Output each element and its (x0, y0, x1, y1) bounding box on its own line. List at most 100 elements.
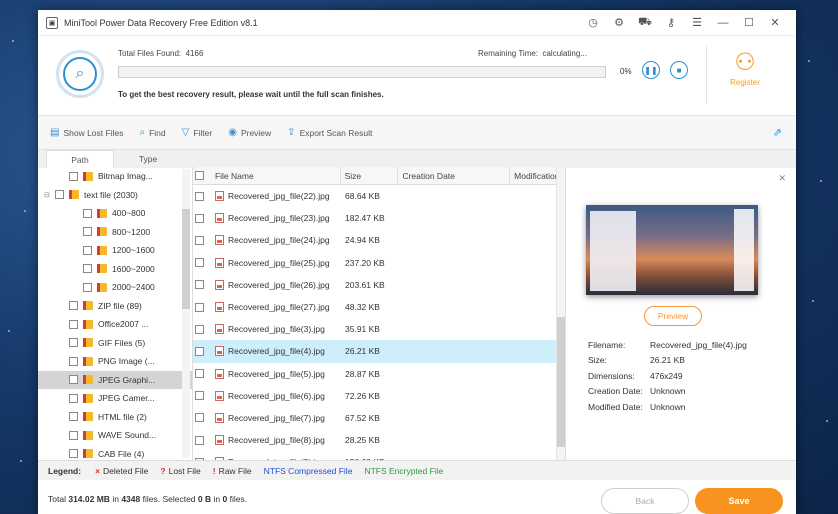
file-row-checkbox[interactable] (195, 191, 204, 201)
pause-button[interactable]: ❚❚ (642, 61, 660, 79)
close-preview-icon[interactable]: ✕ (778, 173, 786, 184)
tree-item-checkbox[interactable] (69, 430, 78, 440)
file-name: Recovered_jpg_file(4).jpg (228, 346, 325, 357)
file-row-checkbox[interactable] (195, 258, 204, 268)
tree-expander-icon[interactable]: ⊟ (44, 191, 52, 199)
tree-item[interactable]: WAVE Sound... (38, 426, 192, 445)
key-icon[interactable]: ⚷ (658, 16, 684, 29)
tree-item-checkbox[interactable] (83, 227, 92, 237)
image-file-icon (215, 302, 224, 313)
register-button[interactable]: ⚇ Register (720, 48, 770, 87)
scan-percent: 0% (620, 67, 632, 76)
file-row-checkbox[interactable] (195, 213, 204, 223)
tree-item-checkbox[interactable] (55, 190, 64, 200)
preview-toolbar-button[interactable]: ◉ Preview (228, 127, 271, 138)
eye-icon: ◉ (228, 127, 237, 138)
file-row[interactable]: Recovered_jpg_file(8).jpg 28.25 KB (193, 429, 565, 451)
file-row[interactable]: Recovered_jpg_file(26).jpg 203.61 KB (193, 274, 565, 296)
close-icon[interactable]: ✕ (762, 16, 788, 29)
file-row[interactable]: Recovered_jpg_file(6).jpg 72.26 KB (193, 385, 565, 407)
image-file-icon (215, 435, 224, 446)
app-logo-icon: ▣ (46, 16, 58, 29)
tree-item[interactable]: ⊟ text file (2030) (38, 186, 192, 205)
tree-item[interactable]: CAB File (4) (38, 445, 192, 461)
file-row-checkbox[interactable] (195, 324, 204, 334)
tree-item-label: WAVE Sound... (98, 430, 157, 441)
maximize-icon[interactable]: ☐ (736, 16, 762, 29)
file-row[interactable]: Recovered_jpg_file(24).jpg 24.94 KB (193, 229, 565, 251)
file-row-checkbox[interactable] (195, 413, 204, 423)
tree-item[interactable]: 1200~1600 (38, 241, 192, 260)
tree-item[interactable]: Bitmap Imag... (38, 167, 192, 186)
tree-item-checkbox[interactable] (69, 412, 78, 422)
tree-item-checkbox[interactable] (69, 449, 78, 459)
file-row-checkbox[interactable] (195, 369, 204, 379)
file-row-checkbox[interactable] (195, 435, 204, 445)
tree-item-checkbox[interactable] (69, 393, 78, 403)
show-lost-files-button[interactable]: ▤ Show Lost Files (50, 127, 123, 138)
file-row-checkbox[interactable] (195, 346, 204, 356)
tree-item[interactable]: Office2007 ... (38, 315, 192, 334)
file-row-checkbox[interactable] (195, 235, 204, 245)
filter-button[interactable]: ▽ Filter (182, 127, 213, 138)
file-row-checkbox[interactable] (195, 302, 204, 312)
tab-type[interactable]: Type (114, 150, 182, 168)
file-row[interactable]: Recovered_jpg_file(22).jpg 68.64 KB (193, 185, 565, 207)
find-button[interactable]: ⌕ Find (139, 127, 165, 138)
file-row[interactable]: Recovered_jpg_file(9).jpg158.62 KB (193, 451, 565, 460)
column-size[interactable]: Size (341, 167, 399, 184)
back-button[interactable]: Back (601, 488, 689, 514)
cart-icon[interactable]: ⛟ (632, 16, 658, 30)
scan-status-panel: ⌕ Total Files Found: 4166 Remaining Time… (38, 36, 796, 116)
file-list-scrollbar[interactable] (556, 167, 565, 460)
stop-button[interactable]: ■ (670, 61, 688, 79)
total-files-found: Total Files Found: 4166 (118, 49, 204, 58)
column-creation-date[interactable]: Creation Date (398, 167, 511, 184)
file-row[interactable]: Recovered_jpg_file(25).jpg 237.20 KB (193, 252, 565, 274)
file-row[interactable]: Recovered_jpg_file(4).jpg 26.21 KB (193, 340, 565, 363)
tree-item[interactable]: 1600~2000 (38, 260, 192, 279)
tree-item-checkbox[interactable] (83, 208, 92, 218)
tree-item-checkbox[interactable] (69, 356, 78, 366)
export-scan-result-button[interactable]: ⇪ Export Scan Result (287, 127, 372, 138)
tree-item-checkbox[interactable] (83, 245, 92, 255)
tree-item[interactable]: 2000~2400 (38, 278, 192, 297)
preview-button[interactable]: Preview (644, 306, 702, 326)
export-arrow-icon[interactable]: ⇗ (773, 126, 782, 139)
filter-icon: ▽ (181, 127, 190, 138)
clock-icon[interactable]: ◷ (580, 16, 606, 29)
file-row-checkbox[interactable] (195, 280, 204, 290)
tab-path[interactable]: Path (46, 150, 114, 168)
tree-item-checkbox[interactable] (69, 375, 78, 385)
tree-item[interactable]: HTML file (2) (38, 408, 192, 427)
file-row[interactable]: Recovered_jpg_file(27).jpg 48.32 KB (193, 296, 565, 318)
tree-item[interactable]: 400~800 (38, 204, 192, 223)
tree-item-checkbox[interactable] (69, 338, 78, 348)
metadata-value: 476x249 (650, 370, 683, 381)
tree-item[interactable]: JPEG Camer... (38, 389, 192, 408)
file-row-checkbox[interactable] (195, 391, 204, 401)
file-row[interactable]: Recovered_jpg_file(3).jpg 35.91 KB (193, 318, 565, 340)
save-button[interactable]: Save (695, 488, 783, 514)
tree-item-checkbox[interactable] (83, 282, 92, 292)
tree-item-checkbox[interactable] (83, 264, 92, 274)
tree-scrollbar[interactable] (182, 169, 190, 458)
tree-item[interactable]: GIF Files (5) (38, 334, 192, 353)
file-row[interactable]: Recovered_jpg_file(23).jpg 182.47 KB (193, 207, 565, 229)
menu-icon[interactable]: ☰ (684, 16, 710, 29)
select-all-checkbox[interactable] (194, 171, 204, 180)
tree-item[interactable]: ZIP file (89) (38, 297, 192, 316)
file-row[interactable]: Recovered_jpg_file(7).jpg 67.52 KB (193, 407, 565, 429)
tree-item[interactable]: JPEG Graphi... (38, 370, 192, 389)
tree-item[interactable]: 800~1200 (38, 223, 192, 242)
minimize-icon[interactable]: — (710, 17, 736, 29)
file-row[interactable]: Recovered_jpg_file(5).jpg 28.87 KB (193, 363, 565, 385)
tree-item-checkbox[interactable] (69, 171, 78, 181)
column-file-name[interactable]: File Name (211, 167, 341, 184)
folder-icon (83, 356, 93, 366)
support-icon[interactable]: ⚙ (606, 16, 632, 29)
tree-item-checkbox[interactable] (69, 301, 78, 311)
folder-icon (97, 227, 107, 237)
tree-item-checkbox[interactable] (69, 319, 78, 329)
tree-item[interactable]: PNG Image (... (38, 352, 192, 371)
